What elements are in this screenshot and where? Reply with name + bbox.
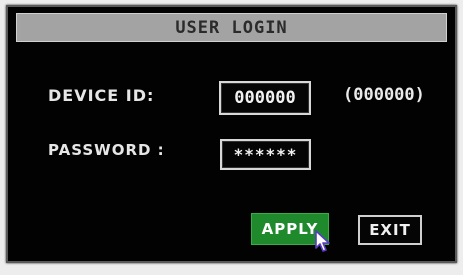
exit-button[interactable]: EXIT — [358, 215, 422, 245]
device-id-label: DEVICE ID: — [48, 86, 155, 105]
device-id-input[interactable]: 000000 — [219, 81, 311, 115]
dialog-title-bar: USER LOGIN — [16, 13, 447, 42]
user-login-dialog: USER LOGIN DEVICE ID: 000000 (000000) PA… — [6, 5, 457, 263]
device-id-hint: (000000) — [343, 85, 425, 105]
dialog-title: USER LOGIN — [175, 17, 288, 38]
dvr-screen: USER LOGIN DEVICE ID: 000000 (000000) PA… — [0, 0, 463, 275]
password-input[interactable]: ****** — [220, 139, 311, 170]
password-label: PASSWORD : — [48, 141, 165, 159]
mouse-pointer-icon — [315, 230, 330, 252]
